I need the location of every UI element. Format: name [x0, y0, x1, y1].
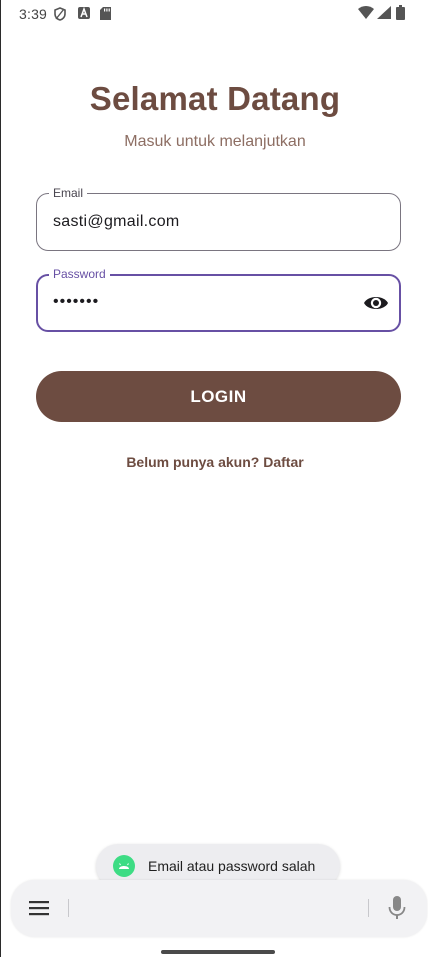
email-label: Email — [49, 186, 88, 200]
register-link[interactable]: Belum punya akun? Daftar — [1, 454, 428, 470]
email-value: sasti@gmail.com — [53, 213, 180, 230]
android-icon — [113, 855, 135, 877]
eye-icon[interactable] — [363, 292, 389, 314]
page-title: Selamat Datang — [89, 80, 341, 117]
a-box-icon — [78, 7, 90, 19]
login-screen: 3:39 Selamat Datang Masuk untuk melanjut… — [0, 0, 428, 957]
menu-icon[interactable] — [29, 900, 49, 916]
wifi-icon — [358, 6, 374, 19]
password-label: Password — [49, 267, 110, 281]
signal-icon — [377, 6, 391, 19]
battery-icon — [396, 5, 405, 20]
toolbar-divider — [68, 899, 69, 917]
shield-icon — [54, 7, 66, 21]
toast-text: Email atau password salah — [148, 858, 316, 874]
status-bar: 3:39 — [1, 0, 428, 28]
sd-card-icon — [100, 7, 111, 20]
mic-icon[interactable] — [388, 896, 406, 920]
home-indicator[interactable] — [161, 950, 275, 954]
status-time: 3:39 — [19, 6, 48, 22]
toolbar-divider — [368, 899, 369, 917]
password-value: ••••••• — [53, 293, 100, 310]
login-button[interactable]: LOGIN — [36, 371, 401, 422]
keyboard-toolbar — [11, 880, 427, 937]
email-field[interactable]: Email sasti@gmail.com — [36, 186, 401, 251]
page-subtitle: Masuk untuk melanjutkan — [124, 133, 306, 150]
password-field[interactable]: Password ••••••• — [36, 267, 401, 332]
